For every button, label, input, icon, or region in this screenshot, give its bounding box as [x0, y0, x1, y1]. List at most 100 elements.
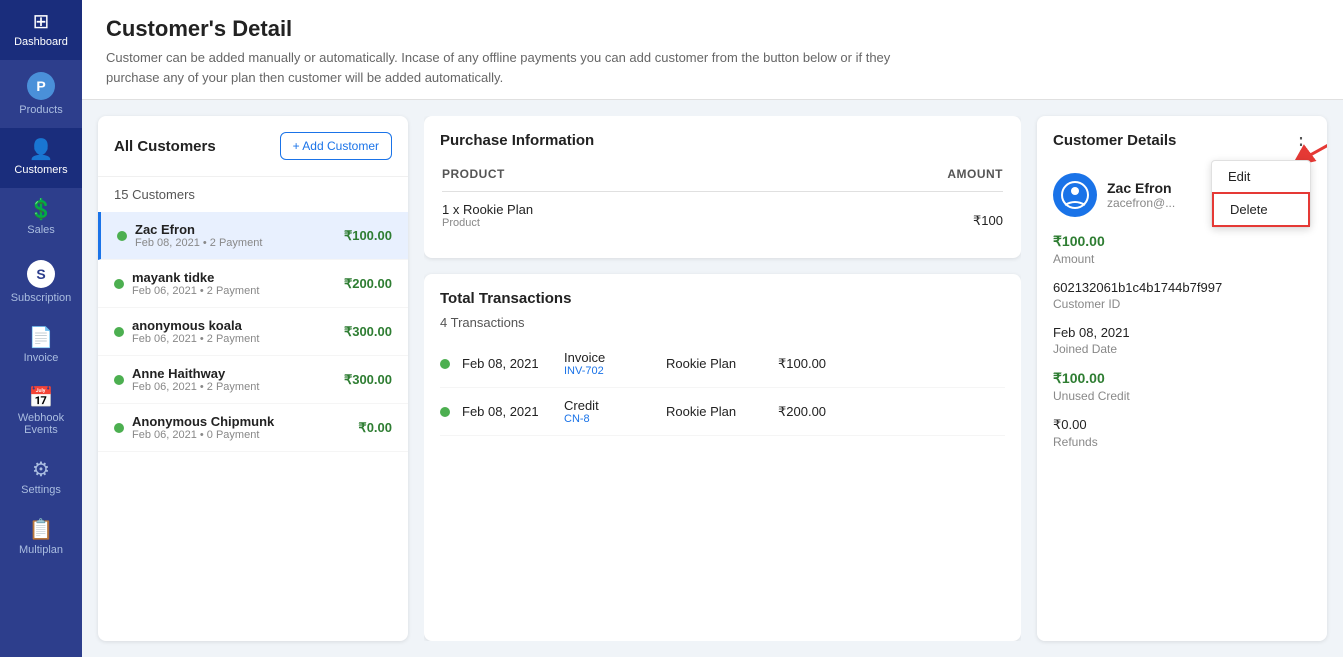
- transaction-type: Invoice INV-702: [564, 350, 654, 377]
- multiplan-icon: 📋: [29, 520, 54, 540]
- sidebar-item-label: Settings: [21, 484, 61, 496]
- transaction-plan: Rookie Plan: [666, 356, 766, 371]
- customer-meta: Feb 08, 2021 • 2 Payment: [135, 237, 262, 249]
- customer-name: Anonymous Chipmunk: [132, 414, 274, 429]
- customers-icon: 👤: [29, 140, 54, 160]
- products-icon: P: [27, 72, 55, 100]
- refunds-value: ₹0.00: [1053, 417, 1311, 433]
- amount-label: Amount: [1053, 252, 1311, 266]
- active-dot: [114, 423, 124, 433]
- customer-meta: Feb 06, 2021 • 2 Payment: [132, 333, 259, 345]
- customer-id-value: 602132061b1c4b1744b7f997: [1053, 280, 1311, 295]
- customer-meta: Feb 06, 2021 • 2 Payment: [132, 285, 259, 297]
- table-row[interactable]: Anonymous Chipmunk Feb 06, 2021 • 0 Paym…: [98, 404, 408, 452]
- sidebar-item-customers[interactable]: 👤 Customers: [0, 128, 82, 188]
- transactions-title: Total Transactions: [440, 290, 1005, 307]
- sidebar-item-settings[interactable]: ⚙ Settings: [0, 448, 82, 508]
- customer-info: Anonymous Chipmunk Feb 06, 2021 • 0 Paym…: [132, 414, 274, 441]
- sidebar-item-label: Invoice: [24, 352, 59, 364]
- active-dot: [114, 279, 124, 289]
- sidebar-item-dashboard[interactable]: ⊞ Dashboard: [0, 0, 82, 60]
- customer-name: Anne Haithway: [132, 366, 259, 381]
- table-row[interactable]: mayank tidke Feb 06, 2021 • 2 Payment ₹2…: [98, 260, 408, 308]
- active-dot: [114, 375, 124, 385]
- customer-meta: Feb 06, 2021 • 0 Payment: [132, 429, 274, 441]
- customer-left: Anne Haithway Feb 06, 2021 • 2 Payment: [114, 366, 259, 393]
- sidebar-item-multiplan[interactable]: 📋 Multiplan: [0, 508, 82, 568]
- details-title: Customer Details: [1053, 132, 1176, 149]
- list-item: Feb 08, 2021 Invoice INV-702 Rookie Plan…: [440, 340, 1005, 388]
- transaction-dot: [440, 359, 450, 369]
- customer-amount: ₹0.00: [358, 420, 392, 436]
- sidebar-item-products[interactable]: P Products: [0, 60, 82, 128]
- list-item: Feb 08, 2021 Credit CN-8 Rookie Plan ₹20…: [440, 388, 1005, 436]
- transaction-type-label: Invoice: [564, 350, 654, 365]
- sidebar-item-subscription[interactable]: S Subscription: [0, 248, 82, 316]
- more-options-button[interactable]: ⋮: [1291, 134, 1311, 156]
- page-title: Customer's Detail: [106, 16, 1319, 42]
- refunds-label: Refunds: [1053, 435, 1311, 449]
- subscription-icon: S: [27, 260, 55, 288]
- transaction-dot: [440, 407, 450, 417]
- refunds-detail: ₹0.00 Refunds: [1053, 417, 1311, 449]
- sidebar-item-label: Customers: [14, 164, 67, 176]
- customer-name: mayank tidke: [132, 270, 259, 285]
- transaction-amount: ₹100.00: [778, 356, 826, 372]
- customers-panel-title: All Customers: [114, 138, 216, 155]
- details-top-right: ⋮ Edit Delete: [1291, 132, 1311, 157]
- dropdown-menu: Edit Delete: [1211, 160, 1311, 228]
- transaction-invoice-id[interactable]: INV-702: [564, 365, 654, 377]
- product-type: Product: [442, 217, 533, 229]
- delete-menu-item[interactable]: Delete: [1212, 192, 1310, 227]
- customer-amount: ₹100.00: [344, 228, 392, 244]
- main-content: Customer's Detail Customer can be added …: [82, 0, 1343, 657]
- transactions-list: Feb 08, 2021 Invoice INV-702 Rookie Plan…: [440, 340, 1005, 625]
- customers-panel-header: All Customers + Add Customer: [98, 116, 408, 177]
- avatar-icon: [1061, 181, 1089, 209]
- transaction-date: Feb 08, 2021: [462, 404, 552, 419]
- purchase-panel-title: Purchase Information: [440, 132, 1005, 149]
- content-area: All Customers + Add Customer 15 Customer…: [82, 100, 1343, 657]
- joined-date-detail: Feb 08, 2021 Joined Date: [1053, 325, 1311, 356]
- customers-panel: All Customers + Add Customer 15 Customer…: [98, 116, 408, 641]
- customer-amount: ₹300.00: [344, 372, 392, 388]
- col-amount: AMOUNT: [947, 167, 1003, 181]
- customer-info: anonymous koala Feb 06, 2021 • 2 Payment: [132, 318, 259, 345]
- table-row[interactable]: Anne Haithway Feb 06, 2021 • 2 Payment ₹…: [98, 356, 408, 404]
- product-amount: ₹100: [973, 213, 1003, 228]
- table-row[interactable]: Zac Efron Feb 08, 2021 • 2 Payment ₹100.…: [98, 212, 408, 260]
- customer-name: Zac Efron: [135, 222, 262, 237]
- avatar: [1053, 173, 1097, 217]
- sidebar-item-sales[interactable]: 💲 Sales: [0, 188, 82, 248]
- edit-menu-item[interactable]: Edit: [1212, 161, 1310, 192]
- purchase-panel: Purchase Information PRODUCT AMOUNT 1 x …: [424, 116, 1021, 258]
- table-row[interactable]: anonymous koala Feb 06, 2021 • 2 Payment…: [98, 308, 408, 356]
- customer-id-label: Customer ID: [1053, 297, 1311, 311]
- unused-credit-label: Unused Credit: [1053, 389, 1311, 403]
- sidebar-item-label: Webhook Events: [4, 412, 78, 436]
- transactions-panel: Total Transactions 4 Transactions Feb 08…: [424, 274, 1021, 641]
- sidebar-item-label: Subscription: [11, 292, 72, 304]
- customer-info: Zac Efron Feb 08, 2021 • 2 Payment: [135, 222, 262, 249]
- amount-value: ₹100.00: [1053, 233, 1311, 250]
- details-header: Customer Details ⋮ Edit Delete: [1053, 132, 1311, 157]
- sidebar-item-label: Multiplan: [19, 544, 63, 556]
- profile-email: zacefron@...: [1107, 196, 1175, 210]
- customer-left: mayank tidke Feb 06, 2021 • 2 Payment: [114, 270, 259, 297]
- transaction-credit-id[interactable]: CN-8: [564, 413, 654, 425]
- transaction-amount: ₹200.00: [778, 404, 826, 420]
- active-dot: [114, 327, 124, 337]
- sidebar: ⊞ Dashboard P Products 👤 Customers 💲 Sal…: [0, 0, 82, 657]
- customers-count: 15 Customers: [98, 177, 408, 212]
- middle-panel: Purchase Information PRODUCT AMOUNT 1 x …: [424, 116, 1021, 641]
- sidebar-item-label: Sales: [27, 224, 55, 236]
- active-dot: [117, 231, 127, 241]
- sidebar-item-webhook[interactable]: 📅 Webhook Events: [0, 376, 82, 448]
- settings-icon: ⚙: [32, 460, 50, 480]
- customer-info: mayank tidke Feb 06, 2021 • 2 Payment: [132, 270, 259, 297]
- customers-list: Zac Efron Feb 08, 2021 • 2 Payment ₹100.…: [98, 212, 408, 641]
- sidebar-item-invoice[interactable]: 📄 Invoice: [0, 316, 82, 376]
- product-name: 1 x Rookie Plan: [442, 202, 533, 217]
- customer-left: anonymous koala Feb 06, 2021 • 2 Payment: [114, 318, 259, 345]
- add-customer-button[interactable]: + Add Customer: [280, 132, 392, 160]
